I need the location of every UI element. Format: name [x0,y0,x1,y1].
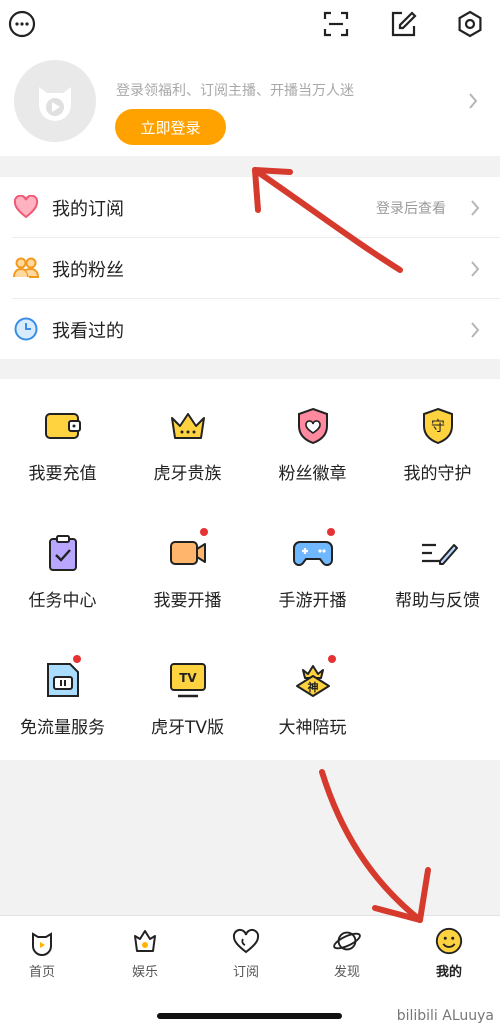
god-badge-icon: 神 [292,659,334,701]
grid-item-label: 虎牙贵族 [153,464,222,484]
grid-item-label: 帮助与反馈 [395,591,480,611]
message-icon[interactable] [4,6,40,42]
svg-text:神: 神 [308,680,319,694]
arrow-to-mine-tab [319,769,423,923]
avatar[interactable] [14,60,96,142]
grid-item-label: 大神陪玩 [278,718,347,738]
list-item-history[interactable]: 我看过的 [0,299,500,359]
tab-discover[interactable]: 发现 [297,916,397,986]
red-dot-badge [327,528,335,536]
people-icon [12,255,40,281]
profile-card[interactable]: 登录领福利、订阅主播、开播当万人迷 立即登录 [0,52,500,156]
grid-item-label: 我要充值 [28,464,97,484]
tab-label: 订阅 [232,965,259,980]
grid-item-start-stream[interactable]: 我要开播 [125,506,250,633]
grid-item-label: 任务中心 [28,591,97,611]
tab-entertainment[interactable]: 娱乐 [95,916,195,986]
tv-icon: TV [167,659,209,701]
list-item-subscriptions[interactable]: 我的订阅 登录后查看 [0,177,500,237]
tab-label: 首页 [28,965,55,980]
heart-icon [12,194,40,220]
watermark: bilibili ALuuya [396,1008,494,1024]
svg-text:守: 守 [431,419,445,435]
grid-item-fan-badge[interactable]: 粉丝徽章 [250,379,375,506]
planet-icon [332,926,362,956]
tab-label: 发现 [333,965,360,980]
grid-item-guard[interactable]: 守 我的守护 [375,379,500,506]
tab-label: 娱乐 [131,965,158,980]
subscribe-icon [231,926,261,956]
feature-grid: 我要充值 虎牙贵族 粉丝徽章 守 我的守护 任务中心 我要开播 手游开播 帮助与… [0,379,500,760]
chevron-right-icon [471,322,480,338]
gamepad-icon [292,532,334,574]
heart-shield-icon [292,405,334,447]
list-item-label: 我的粉丝 [52,260,124,281]
red-dot-badge [328,655,336,663]
grid-item-data-free[interactable]: 免流量服务 [0,633,125,760]
chevron-right-icon [469,93,478,109]
chevron-right-icon [471,261,480,277]
grid-item-nobility[interactable]: 虎牙贵族 [125,379,250,506]
login-button[interactable]: 立即登录 [115,109,226,145]
list-item-label: 我的订阅 [52,199,124,220]
tab-label: 我的 [435,965,462,980]
grid-item-help-feedback[interactable]: 帮助与反馈 [375,506,500,633]
bottom-tab-bar: 首页 娱乐 订阅 发现 我的 bilibili ALuuya [0,915,500,1028]
login-promo-text: 登录领福利、订阅主播、开播当万人迷 [116,83,354,99]
entertainment-icon [130,926,160,956]
grid-item-label: 虎牙TV版 [150,718,224,738]
grid-item-label: 粉丝徽章 [278,464,347,484]
home-indicator[interactable] [157,1013,342,1019]
grid-item-label: 我要开播 [153,591,222,611]
tab-home[interactable]: 首页 [0,916,92,986]
wallet-icon [42,405,84,447]
grid-item-recharge[interactable]: 我要充值 [0,379,125,506]
crown-icon [167,405,209,447]
tab-subscribe[interactable]: 订阅 [196,916,296,986]
grid-item-label: 手游开播 [278,591,347,611]
grid-item-huya-tv[interactable]: TV 虎牙TV版 [125,633,250,760]
grid-item-god-companion[interactable]: 神 大神陪玩 [250,633,375,760]
video-camera-icon [167,532,209,574]
smiley-icon [434,926,464,956]
grid-item-task-center[interactable]: 任务中心 [0,506,125,633]
red-dot-badge [200,528,208,536]
edit-icon[interactable] [385,6,421,42]
svg-text:TV: TV [179,671,197,685]
guard-shield-icon: 守 [417,405,459,447]
sim-card-icon [42,659,84,701]
home-play-icon [27,926,57,956]
scan-icon[interactable] [318,6,354,42]
grid-item-mobile-game-stream[interactable]: 手游开播 [250,506,375,633]
clipboard-check-icon [42,532,84,574]
chevron-right-icon [471,200,480,216]
grid-item-label: 免流量服务 [20,718,105,738]
list-item-fans[interactable]: 我的粉丝 [0,238,500,298]
menu-list: 我的订阅 登录后查看 我的粉丝 我看过的 [0,177,500,359]
tab-mine[interactable]: 我的 [399,916,499,986]
grid-item-label: 我的守护 [403,464,472,484]
list-item-label: 我看过的 [52,321,124,342]
clock-icon [12,316,40,342]
top-bar [0,0,500,52]
red-dot-badge [73,655,81,663]
edit-lines-icon [417,532,459,574]
settings-icon[interactable] [452,6,488,42]
login-to-view-hint: 登录后查看 [376,201,446,217]
